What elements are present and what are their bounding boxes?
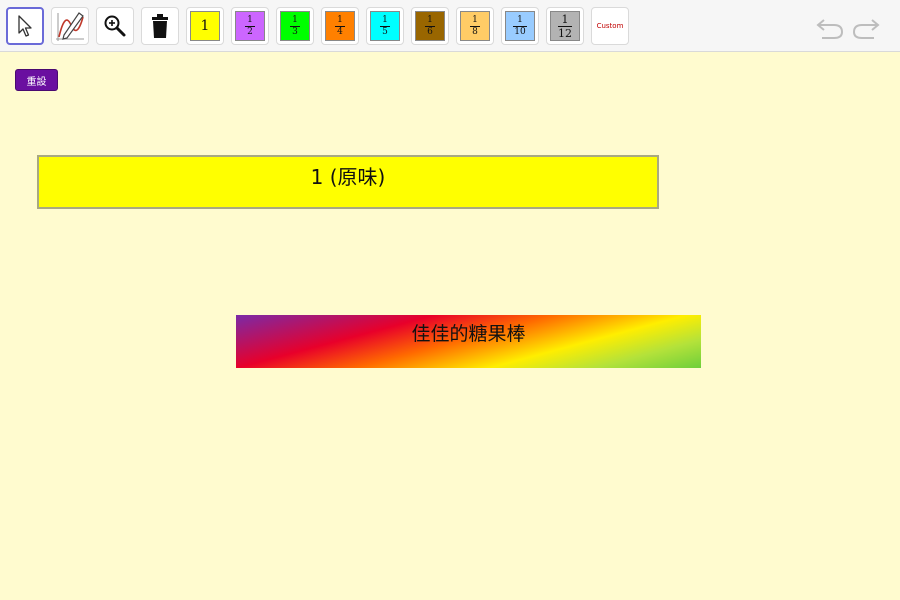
denominator: 10 [514, 26, 526, 37]
fraction-label: 12 [245, 14, 255, 37]
fraction-twelfth-tool[interactable]: 1 12 [546, 7, 584, 45]
custom-fraction-tool[interactable]: Custom [591, 7, 629, 45]
fraction-swatch: 1 12 [550, 11, 580, 41]
fraction-swatch: 18 [460, 11, 490, 41]
redo-icon [852, 19, 880, 39]
fraction-half-tool[interactable]: 12 [231, 7, 269, 45]
candy-bar[interactable]: 佳佳的糖果棒 [236, 315, 701, 368]
fraction-tenth-tool[interactable]: 1 10 [501, 7, 539, 45]
undo-icon [816, 19, 844, 39]
denominator: 2 [247, 26, 253, 37]
whole-bar-label: 1 (原味) [310, 165, 386, 189]
whole-fraction-bar[interactable]: 1 (原味) [37, 155, 659, 209]
denominator: 5 [382, 26, 388, 37]
denominator: 3 [292, 26, 298, 37]
candy-bar-label: 佳佳的糖果棒 [411, 323, 526, 345]
fraction-label: 1 [200, 18, 210, 34]
trash-icon [152, 14, 168, 38]
fraction-swatch: 1 10 [505, 11, 535, 41]
numerator: 1 [292, 14, 298, 25]
denominator: 12 [558, 26, 572, 40]
denominator: 6 [427, 26, 433, 37]
fraction-swatch: 1 [190, 11, 220, 41]
fraction-label: 1 12 [558, 14, 572, 39]
fraction-label: 14 [335, 14, 345, 37]
denominator: 4 [337, 26, 343, 37]
fraction-swatch: 12 [235, 11, 265, 41]
fraction-label: 15 [380, 14, 390, 37]
fraction-eighth-tool[interactable]: 18 [456, 7, 494, 45]
fraction-fifth-tool[interactable]: 15 [366, 7, 404, 45]
fraction-quarter-tool[interactable]: 14 [321, 7, 359, 45]
fraction-swatch: 16 [415, 11, 445, 41]
reset-button[interactable]: 重設 [15, 69, 58, 91]
numerator: 1 [561, 12, 569, 26]
custom-label: Custom [596, 22, 624, 30]
fraction-label: 18 [470, 14, 480, 37]
fraction-third-tool[interactable]: 13 [276, 7, 314, 45]
move-tool-button[interactable] [6, 7, 44, 45]
fraction-swatch: 13 [280, 11, 310, 41]
zoom-tool-button[interactable] [96, 7, 134, 45]
numerator: 1 [382, 14, 388, 25]
fraction-1-tool[interactable]: 1 [186, 7, 224, 45]
arrow-cursor-icon [18, 15, 32, 37]
fraction-label: 16 [425, 14, 435, 37]
zoom-in-icon [104, 15, 126, 37]
fraction-label: 13 [290, 14, 300, 37]
redo-button[interactable] [851, 14, 881, 40]
numerator: 1 [427, 14, 433, 25]
fraction-sixth-tool[interactable]: 16 [411, 7, 449, 45]
fraction-swatch: 14 [325, 11, 355, 41]
pen-tool-button[interactable] [51, 7, 89, 45]
numerator: 1 [472, 14, 478, 25]
pen-graph-icon [56, 12, 84, 41]
fraction-swatch: 15 [370, 11, 400, 41]
numerator: 1 [247, 14, 253, 25]
undo-button[interactable] [815, 14, 845, 40]
delete-tool-button[interactable] [141, 7, 179, 45]
fraction-label: 1 10 [513, 14, 527, 37]
numerator: 1 [337, 14, 343, 25]
toolbar: 1 12 13 14 15 16 18 1 10 1 12 Custom [0, 0, 900, 52]
denominator: 8 [472, 26, 478, 37]
numerator: 1 [517, 14, 523, 25]
